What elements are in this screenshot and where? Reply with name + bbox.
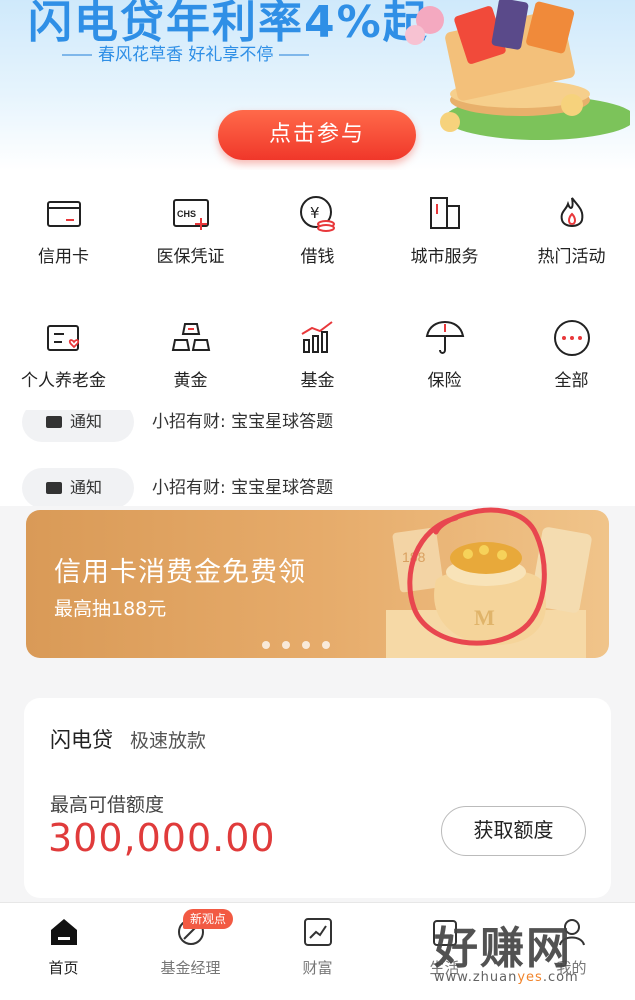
flame-icon [560, 197, 583, 227]
medical-insurance-icon: CHS [172, 199, 209, 230]
borrow-money-icon: ¥ [299, 196, 335, 232]
flash-loan-card[interactable]: 闪电贷 极速放款 最高可借额度 300,000.00 获取额度 [24, 698, 611, 898]
svg-text:CHS: CHS [177, 209, 196, 219]
gift-box-illustration [405, 0, 630, 140]
grid-item-all[interactable]: 全部 [508, 316, 635, 391]
wealth-chart-icon [303, 918, 332, 946]
grid-item-insurance[interactable]: 保险 [381, 316, 508, 391]
grid-label: 借钱 [300, 247, 335, 267]
grid-label: 信用卡 [38, 247, 89, 267]
grid-label: 基金 [300, 371, 335, 391]
credit-card-icon [46, 201, 81, 227]
grid-item-medical-insurance[interactable]: CHS 医保凭证 [127, 192, 254, 267]
grid-item-fund[interactable]: 基金 [254, 316, 381, 391]
grid-label: 医保凭证 [156, 247, 225, 267]
tab-home[interactable]: 首页 [0, 903, 127, 1000]
loan-limit-amount: 300,000.00 [48, 816, 276, 860]
notice-ticker: 通知 小招有财: 宝宝星球答题 通知 小招有财: 宝宝星球答题 [0, 410, 635, 506]
grid-item-pension[interactable]: 个人养老金 [0, 316, 127, 391]
hand-drawn-circle-annotation [407, 507, 547, 646]
grid-item-hot-activity[interactable]: 热门活动 [508, 192, 635, 267]
mail-icon [46, 482, 62, 494]
new-view-badge: 新观点 [183, 909, 234, 929]
tab-wealth[interactable]: 财富 [254, 903, 381, 1000]
tab-label: 财富 [302, 959, 333, 977]
grid-label: 黄金 [173, 371, 208, 391]
get-limit-button[interactable]: 获取额度 [441, 806, 586, 856]
grid-label: 热门活动 [537, 247, 606, 267]
notice-text: 小招有财: 宝宝星球答题 [152, 412, 334, 432]
carousel-dots[interactable] [262, 634, 342, 653]
grid-label: 城市服务 [410, 247, 479, 267]
promo-title: 信用卡消费金免费领 [54, 557, 306, 588]
city-service-icon [429, 197, 460, 229]
loan-tagline: 极速放款 [130, 730, 207, 752]
grid-label: 全部 [554, 371, 589, 391]
grid-item-gold[interactable]: 黄金 [127, 316, 254, 391]
loan-limit-label: 最高可借额度 [50, 794, 165, 816]
grid-item-city-service[interactable]: 城市服务 [381, 192, 508, 267]
notice-row[interactable]: 通知 小招有财: 宝宝星球答题 [22, 468, 612, 506]
notice-text: 小招有财: 宝宝星球答题 [152, 478, 334, 498]
carousel-dot[interactable] [282, 641, 290, 649]
notice-row[interactable]: 通知 小招有财: 宝宝星球答题 [22, 410, 612, 442]
grid-label: 个人养老金 [21, 371, 106, 391]
loan-product-name: 闪电贷 [50, 728, 113, 752]
notice-tag: 通知 [22, 410, 134, 442]
participate-button[interactable]: 点击参与 [218, 110, 416, 160]
tab-label: 首页 [48, 959, 79, 977]
gold-bars-icon [171, 323, 210, 351]
watermark-domain: www.zhuanyes.com [434, 970, 579, 985]
tab-fund-manager[interactable]: 新观点 基金经理 [127, 903, 254, 1000]
watermark-logo-text: 好赚网 [434, 923, 572, 974]
mail-icon [46, 416, 62, 428]
carousel-dot[interactable] [302, 641, 310, 649]
promo-subtitle: 最高抽188元 [54, 598, 167, 620]
svg-text:¥: ¥ [310, 204, 320, 222]
site-watermark: 好赚网 www.zhuanyes.com [426, 912, 631, 998]
umbrella-icon [425, 320, 464, 354]
more-dots-icon [553, 320, 590, 356]
quick-access-grid: 信用卡 CHS 医保凭证 ¥ 借钱 城市服务 热门活动 个人养老金 黄金 基金 … [0, 170, 635, 410]
grid-item-borrow[interactable]: ¥ 借钱 [254, 192, 381, 267]
grid-item-credit-card[interactable]: 信用卡 [0, 192, 127, 267]
grid-label: 保险 [427, 371, 462, 391]
fund-chart-icon [300, 321, 333, 353]
home-icon [50, 919, 77, 945]
carousel-dot[interactable] [322, 641, 330, 649]
top-banner[interactable]: 闪电贷年利率4%起 春风花草香 好礼享不停 点击参与 [0, 0, 635, 170]
tab-label: 基金经理 [160, 959, 221, 977]
banner-subtitle: 春风花草香 好礼享不停 [56, 40, 315, 65]
pension-icon [46, 325, 79, 351]
notice-tag: 通知 [22, 468, 134, 506]
carousel-dot[interactable] [262, 641, 270, 649]
